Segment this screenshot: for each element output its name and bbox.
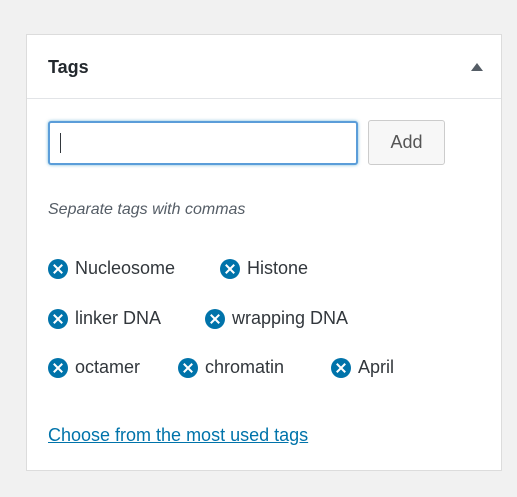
remove-tag-icon[interactable]: [48, 357, 68, 378]
tag-item-linker-dna: linker DNA: [48, 308, 161, 329]
add-tag-button[interactable]: Add: [368, 120, 445, 165]
tag-item-chromatin: chromatin: [178, 357, 284, 378]
tag-item-wrapping-dna: wrapping DNA: [205, 308, 348, 329]
tag-label: octamer: [75, 357, 141, 377]
tag-label: wrapping DNA: [232, 308, 349, 328]
most-used-tags-link[interactable]: Choose from the most used tags: [48, 425, 308, 446]
tag-label: chromatin: [205, 357, 285, 377]
tag-input[interactable]: [48, 121, 358, 165]
remove-tag-icon[interactable]: [331, 357, 351, 378]
remove-tag-icon[interactable]: [220, 258, 240, 279]
panel-header[interactable]: Tags: [27, 35, 501, 99]
collapse-arrow-icon[interactable]: [471, 63, 483, 71]
tag-label: April: [358, 357, 395, 377]
panel-title: Tags: [48, 57, 89, 77]
remove-tag-icon[interactable]: [205, 308, 225, 329]
text-cursor: [60, 133, 61, 153]
remove-tag-icon[interactable]: [178, 357, 198, 378]
tag-item-histone: Histone: [220, 258, 308, 279]
tags-panel: Tags Add Separate tags with commas Nucle…: [26, 34, 502, 471]
tag-label: Histone: [247, 258, 309, 278]
hint-text: Separate tags with commas: [48, 201, 246, 218]
tag-item-april: April: [331, 357, 394, 378]
tag-label: linker DNA: [75, 308, 162, 328]
tag-item-octamer: octamer: [48, 357, 140, 378]
remove-tag-icon[interactable]: [48, 308, 68, 329]
tag-item-nucleosome: Nucleosome: [48, 258, 175, 279]
tag-label: Nucleosome: [75, 258, 176, 278]
remove-tag-icon[interactable]: [48, 258, 68, 279]
